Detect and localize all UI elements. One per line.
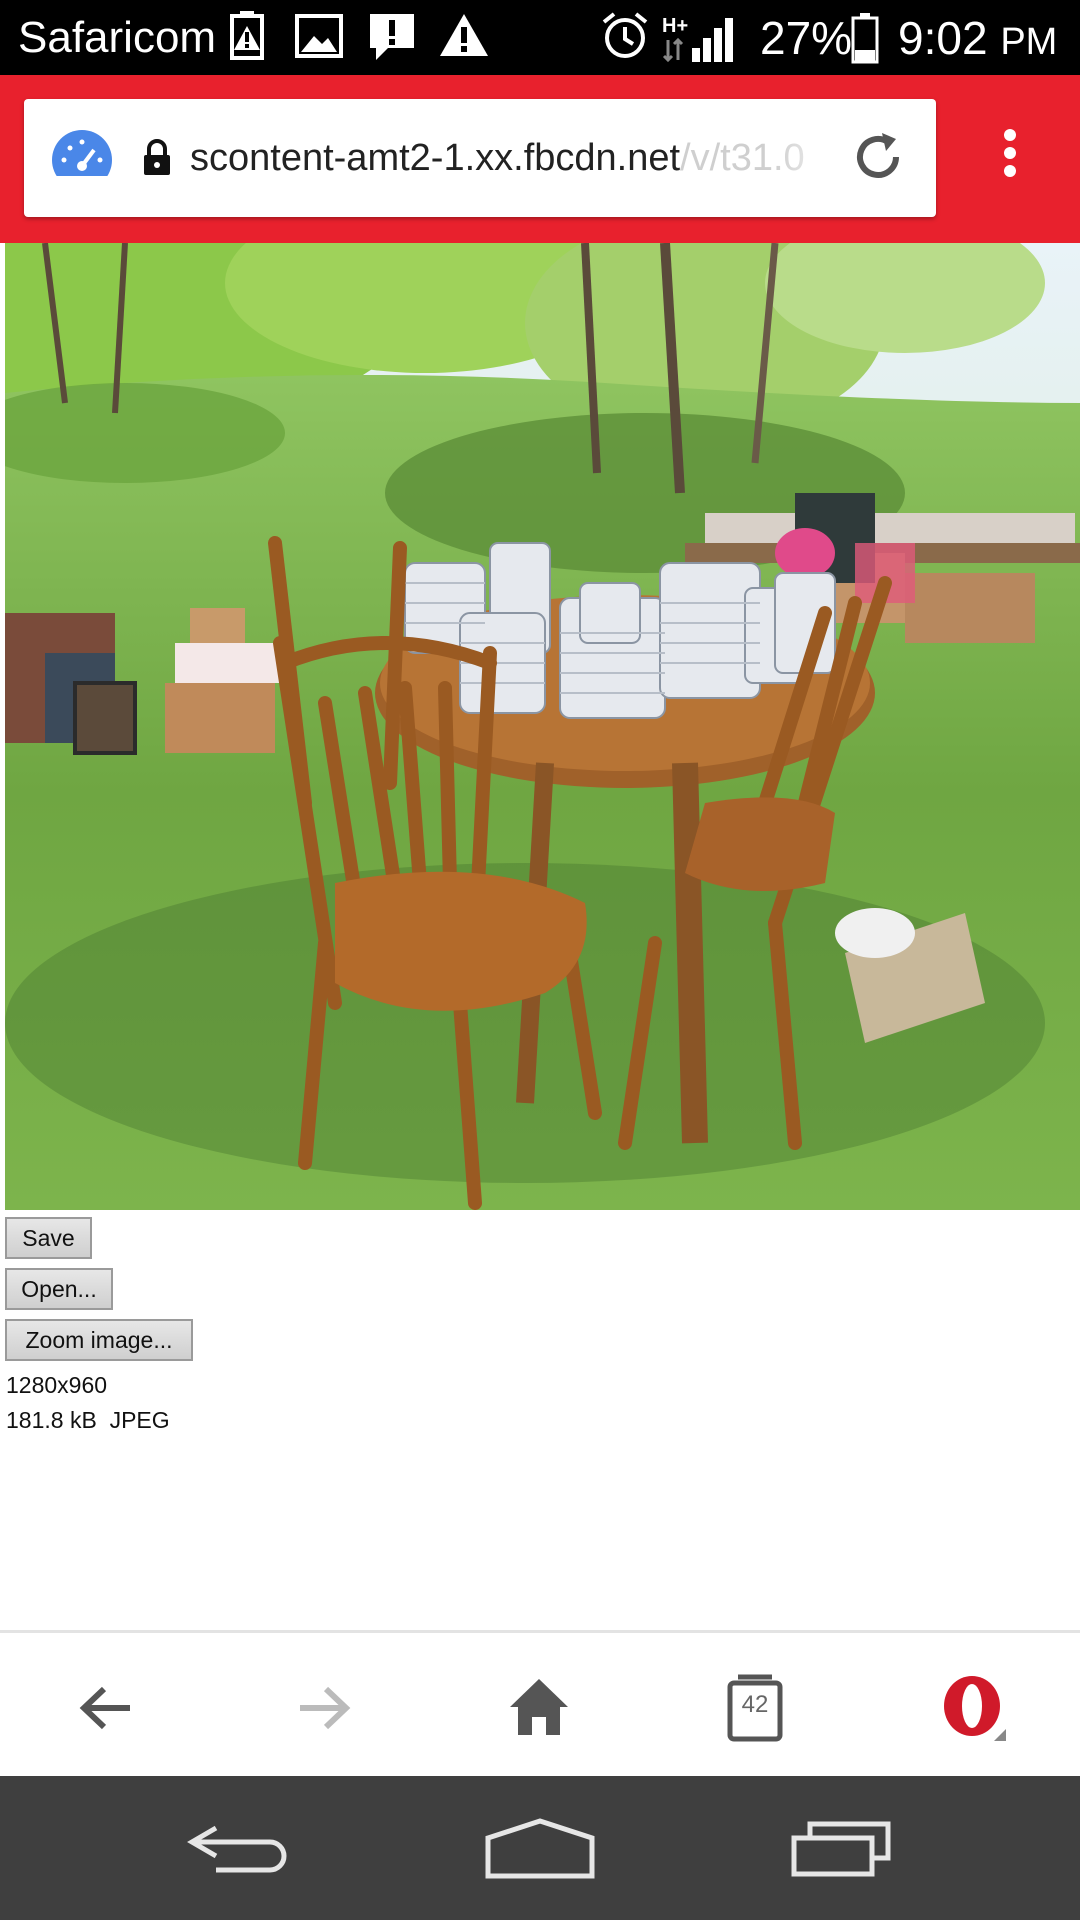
status-bar: Safaricom H+ 27% 9:02 PM (0, 0, 1080, 75)
clock: 9:02 PM (898, 12, 1057, 68)
address-bar[interactable]: scontent-amt2-1.xx.fbcdn.net/v/t31.0 (24, 99, 936, 217)
battery-alert-icon (230, 11, 264, 60)
image-dimensions: 1280x960 (6, 1372, 108, 1398)
message-alert-icon (370, 14, 414, 60)
svg-text:H+: H+ (662, 15, 688, 37)
url-host: scontent-amt2-1.xx.fbcdn.net (190, 137, 681, 179)
reload-icon[interactable] (850, 129, 906, 185)
home-icon[interactable] (504, 1673, 574, 1743)
battery-percent: 27% (760, 12, 853, 64)
displayed-image[interactable] (5, 243, 1080, 1210)
browser-bottom-bar: 42 (0, 1630, 1080, 1779)
open-button[interactable]: Open... (5, 1268, 113, 1310)
url-text[interactable]: scontent-amt2-1.xx.fbcdn.net/v/t31.0 (190, 129, 840, 187)
system-home-icon[interactable] (484, 1818, 596, 1880)
tab-count: 42 (741, 1691, 769, 1718)
lock-icon (144, 139, 170, 175)
opera-menu-icon[interactable] (940, 1673, 1010, 1743)
recents-icon[interactable] (790, 1818, 894, 1878)
more-vert-icon[interactable] (990, 127, 1030, 191)
system-back-icon[interactable] (186, 1818, 290, 1878)
battery-icon (851, 13, 879, 64)
clock-ampm: PM (1000, 21, 1058, 63)
alarm-icon (602, 12, 648, 58)
carrier-name: Safaricom (18, 13, 217, 62)
browser-toolbar: scontent-amt2-1.xx.fbcdn.net/v/t31.0 (0, 75, 1080, 243)
forward-arrow-icon[interactable] (288, 1673, 358, 1743)
signal-icon: H+ (662, 15, 733, 63)
image-size-type: 181.8 kB JPEG (6, 1407, 170, 1433)
image-notification-icon (295, 14, 343, 58)
warning-icon (440, 14, 488, 56)
save-button[interactable]: Save (5, 1217, 92, 1259)
garage-sale-photo (5, 243, 1080, 1210)
data-savings-icon[interactable] (50, 126, 114, 190)
clock-time: 9:02 (898, 12, 988, 64)
system-nav-bar (0, 1776, 1080, 1920)
back-arrow-icon[interactable] (72, 1673, 142, 1743)
zoom-image-button[interactable]: Zoom image... (5, 1319, 193, 1361)
url-fade (774, 119, 854, 199)
